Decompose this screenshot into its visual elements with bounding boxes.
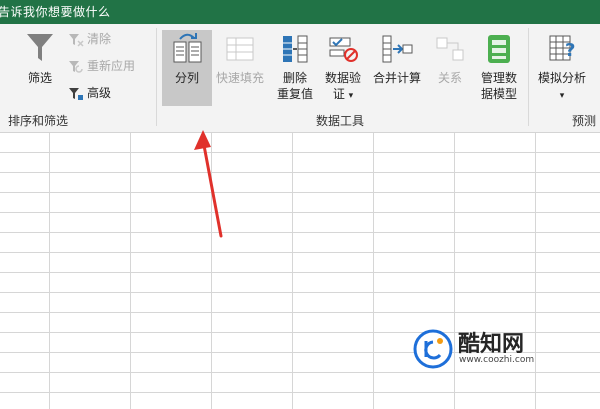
reapply-button[interactable]: 重新应用 [68,57,135,75]
clear-label: 清除 [87,32,112,46]
filter-button[interactable]: 筛选 [20,30,60,86]
watermark-title: 酷知网 [458,332,525,357]
remove-duplicates-button[interactable]: 删除 重复值 [272,30,318,102]
filter-label: 筛选 [27,71,52,85]
data-validation-label-1: 数据验 [324,71,361,85]
group-separator [528,28,529,126]
watermark-url: www.coozhi.com [459,355,535,365]
consolidate-button[interactable]: 合并计算 [368,30,426,86]
remove-duplicates-icon [283,35,308,63]
consolidate-label: 合并计算 [372,71,421,85]
clear-button[interactable]: 清除 [68,30,111,48]
data-validation-label-2: 证 [332,87,345,101]
tell-me-bar: 告诉我你想要做什么 [0,0,600,24]
ribbon-data-tab: 筛选 清除 重新应用 高级 排序和筛选 分列 快速填充 删除 重复值 数据验 证… [0,24,600,133]
advanced-filter-icon [69,87,83,100]
text-to-columns-icon [173,33,202,63]
manage-data-model-button[interactable]: 管理数 据模型 [474,30,524,102]
advanced-button[interactable]: 高级 [68,84,111,102]
remove-duplicates-label-1: 删除 [282,71,307,85]
svg-text:?: ? [565,40,575,61]
advanced-label: 高级 [87,86,112,100]
what-if-analysis-button[interactable]: ? 模拟分析 ▾ [532,30,592,104]
consolidate-icon [382,35,413,63]
forecast-group-label: 预测 [572,114,597,128]
data-model-icon [488,35,510,63]
manage-data-model-label-1: 管理数 [480,71,517,85]
what-if-analysis-icon: ? [549,35,575,61]
coozhi-logo-icon [413,329,453,369]
reapply-icon [69,60,83,73]
relationships-button[interactable]: 关系 [430,30,470,86]
what-if-dropdown-icon[interactable]: ▾ [560,91,565,101]
sort-filter-group-label: 排序和筛选 [8,114,69,128]
group-separator [156,28,157,126]
coozhi-watermark: 酷知网 www.coozhi.com [412,326,562,372]
text-to-columns-button[interactable]: 分列 [162,30,212,86]
what-if-analysis-label: 模拟分析 [537,71,586,85]
data-validation-icon [329,37,358,62]
data-validation-dropdown-icon[interactable]: ▾ [349,91,354,101]
clear-filter-icon [69,33,84,47]
funnel-icon [27,34,53,61]
reapply-label: 重新应用 [87,59,136,73]
flash-fill-label: 快速填充 [215,71,264,85]
data-tools-group-label: 数据工具 [316,114,365,128]
flash-fill-button[interactable]: 快速填充 [212,30,268,86]
manage-data-model-label-2: 据模型 [480,87,517,101]
remove-duplicates-label-2: 重复值 [276,87,313,101]
relationships-label: 关系 [437,71,462,85]
relationships-icon [436,37,464,61]
flash-fill-icon [226,37,254,61]
text-to-columns-label: 分列 [174,71,199,85]
tell-me-search[interactable]: 告诉我你想要做什么 [0,3,111,20]
data-validation-button[interactable]: 数据验 证 ▾ [320,30,366,104]
